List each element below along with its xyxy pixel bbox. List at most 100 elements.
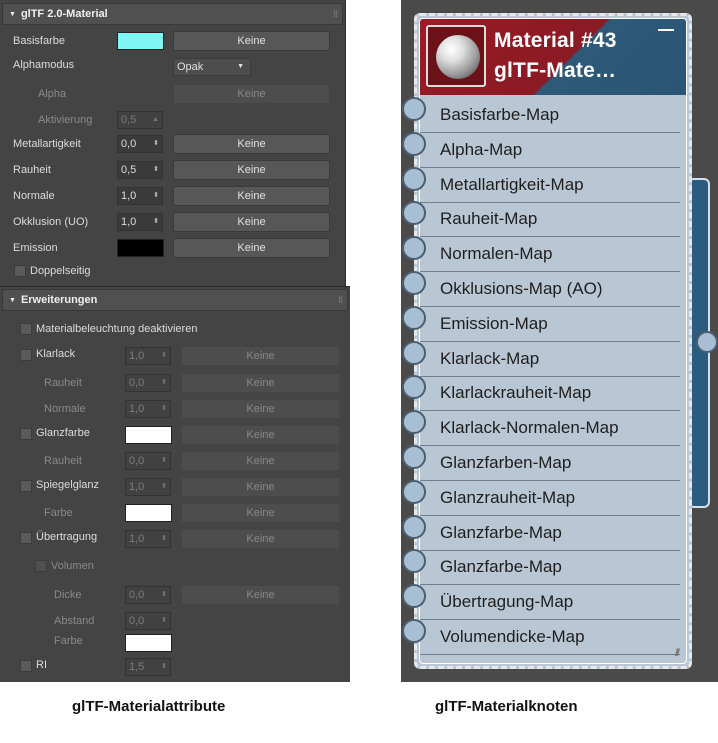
node-slot-label: Alpha-Map xyxy=(440,139,523,159)
vol-farbe-row: Farbe xyxy=(0,633,350,655)
node-slot-label: Glanzfarbe-Map xyxy=(440,522,562,542)
material-node[interactable]: Material #43 glTF-Mate… Basisfarbe-Map Al… xyxy=(414,13,692,669)
input-socket[interactable] xyxy=(402,236,426,261)
klarlack-spinner[interactable]: 1,0 ⬍ xyxy=(125,347,171,365)
ri-value: 1,5 xyxy=(129,661,145,673)
vol-farbe-swatch[interactable] xyxy=(125,634,172,652)
emission-swatch[interactable] xyxy=(117,239,164,257)
okklusion-spinner[interactable]: 1,0 ⬍ xyxy=(117,213,163,231)
node-slot-label: Volumendicke-Map xyxy=(440,627,585,646)
rauheit-map-button[interactable]: Keine xyxy=(173,160,330,180)
alpha-map-button[interactable]: Keine xyxy=(173,84,330,104)
input-socket[interactable] xyxy=(402,166,426,191)
spiegelglanz-map-button[interactable]: Keine xyxy=(181,477,340,497)
klarlack-normale-spinner[interactable]: 1,0 ⬍ xyxy=(125,400,171,418)
input-socket[interactable] xyxy=(402,410,426,435)
node-slot: Glanzfarben-Map xyxy=(420,446,680,481)
input-socket[interactable] xyxy=(402,271,426,295)
node-slot-label: Glanzfarben-Map xyxy=(440,453,572,472)
node-slot: Metallartigkeit-Map xyxy=(420,168,680,203)
aktivierung-value: 0,5 xyxy=(121,114,137,126)
normale-map-button[interactable]: Keine xyxy=(173,186,330,206)
spinner-arrows-icon: ⬍ xyxy=(161,663,167,670)
emission-map-button[interactable]: Keine xyxy=(173,238,330,258)
node-slot-label: Klarlackrauheit-Map xyxy=(440,383,592,403)
doppelseitig-checkbox[interactable] xyxy=(14,265,26,277)
normale-value: 1,0 xyxy=(121,190,137,202)
klarlack-map-button[interactable]: Keine xyxy=(181,346,340,366)
sphere-preview-icon xyxy=(436,35,480,79)
spinner-arrows-icon: ⬍ xyxy=(153,218,159,225)
dicke-spinner[interactable]: 0,0 ⬍ xyxy=(125,586,171,604)
metall-map-button[interactable]: Keine xyxy=(173,134,330,154)
glanz-rauheit-spinner[interactable]: 0,0 ⬍ xyxy=(125,452,171,470)
spiegel-farbe-swatch[interactable] xyxy=(125,504,172,522)
klarlack-rauheit-spinner[interactable]: 0,0 ⬍ xyxy=(125,374,171,392)
beleuchtung-label: Materialbeleuchtung deaktivieren xyxy=(36,323,198,335)
klarlack-normale-map-button[interactable]: Keine xyxy=(181,399,340,419)
metall-spinner[interactable]: 0,0 ⬍ xyxy=(117,135,163,153)
erweiterungen-rollout: ▼ Erweiterungen ⁞⁞ Materialbeleuchtung de… xyxy=(0,286,350,682)
spiegelglanz-row: Spiegelglanz 1,0 ⬍ Keine xyxy=(0,477,350,499)
resize-grip-icon[interactable]: //// xyxy=(675,648,680,659)
uebertragung-checkbox[interactable] xyxy=(20,532,32,544)
uebertragung-map-button[interactable]: Keine xyxy=(181,529,340,549)
dicke-value: 0,0 xyxy=(129,589,145,601)
input-socket[interactable] xyxy=(402,340,426,365)
erweiterungen-rollout-header[interactable]: ▼ Erweiterungen ⁞⁞ xyxy=(2,289,348,311)
abstand-value: 0,0 xyxy=(129,615,145,627)
klarlack-rauheit-map-button[interactable]: Keine xyxy=(181,373,340,393)
spiegel-farbe-map-button[interactable]: Keine xyxy=(181,503,340,523)
spiegelglanz-spinner[interactable]: 1,0 ⬍ xyxy=(125,478,171,496)
rauheit-value: 0,5 xyxy=(121,164,137,176)
glanz-rauheit-map-button[interactable]: Keine xyxy=(181,451,340,471)
klarlack-rauheit-value: 0,0 xyxy=(129,377,145,389)
rauheit-spinner[interactable]: 0,5 ⬍ xyxy=(117,161,163,179)
gltf-material-rollout-header[interactable]: ▼ glTF 2.0-Material ⁞⁞ xyxy=(2,3,343,25)
normale-label: Normale xyxy=(13,190,55,202)
input-socket[interactable] xyxy=(402,619,426,643)
alphamodus-dropdown[interactable]: Opak ▼ xyxy=(173,58,251,76)
input-socket[interactable] xyxy=(402,131,426,156)
ri-checkbox[interactable] xyxy=(20,660,32,672)
output-socket[interactable] xyxy=(696,331,718,353)
ri-spinner[interactable]: 1,5 ⬍ xyxy=(125,658,171,676)
node-slot-label: Glanzrauheit-Map xyxy=(440,487,576,507)
glanz-rauheit-value: 0,0 xyxy=(129,455,145,467)
dicke-map-button[interactable]: Keine xyxy=(181,585,340,605)
input-socket[interactable] xyxy=(402,445,426,469)
input-socket[interactable] xyxy=(402,514,426,539)
glanzfarbe-row: Glanzfarbe Keine xyxy=(0,425,350,447)
basisfarbe-map-button[interactable]: Keine xyxy=(173,31,330,51)
glanzfarbe-map-button[interactable]: Keine xyxy=(181,425,340,445)
abstand-spinner[interactable]: 0,0 ⬍ xyxy=(125,612,171,630)
input-socket[interactable] xyxy=(402,584,426,609)
klarlack-rauheit-row: Rauheit 0,0 ⬍ Keine xyxy=(0,373,350,395)
beleuchtung-checkbox[interactable] xyxy=(20,323,32,335)
normale-spinner[interactable]: 1,0 ⬍ xyxy=(117,187,163,205)
spinner-arrows-icon: ⬍ xyxy=(153,140,159,147)
spiegelglanz-checkbox[interactable] xyxy=(20,480,32,492)
basisfarbe-swatch[interactable] xyxy=(117,32,164,50)
okklusion-map-button[interactable]: Keine xyxy=(173,212,330,232)
material-node-body: Material #43 glTF-Mate… Basisfarbe-Map Al… xyxy=(419,18,687,664)
klarlack-checkbox[interactable] xyxy=(20,349,32,361)
input-socket[interactable] xyxy=(402,479,426,504)
input-socket[interactable] xyxy=(402,305,426,330)
minimize-icon[interactable] xyxy=(658,29,674,31)
node-slot-label: Emission-Map xyxy=(440,313,548,333)
glanzfarbe-checkbox[interactable] xyxy=(20,428,32,440)
aktivierung-spinner[interactable]: 0,5 ▲ xyxy=(117,111,163,129)
volumen-checkbox[interactable] xyxy=(35,560,47,572)
caption-left: glTF-Materialattribute xyxy=(72,698,226,715)
uebertragung-spinner[interactable]: 1,0 ⬍ xyxy=(125,530,171,548)
metall-value: 0,0 xyxy=(121,138,137,150)
glanzfarbe-swatch[interactable] xyxy=(125,426,172,444)
material-node-header[interactable]: Material #43 glTF-Mate… xyxy=(420,19,686,95)
node-slot-label: Okklusions-Map (AO) xyxy=(440,279,603,298)
input-socket[interactable] xyxy=(402,97,426,121)
spinner-arrows-icon: ⬍ xyxy=(161,405,167,412)
klarlack-label: Klarlack xyxy=(36,348,76,360)
uebertragung-row: Übertragung 1,0 ⬍ Keine xyxy=(0,529,350,551)
okklusion-row: Okklusion (UO) 1,0 ⬍ Keine xyxy=(0,212,345,234)
